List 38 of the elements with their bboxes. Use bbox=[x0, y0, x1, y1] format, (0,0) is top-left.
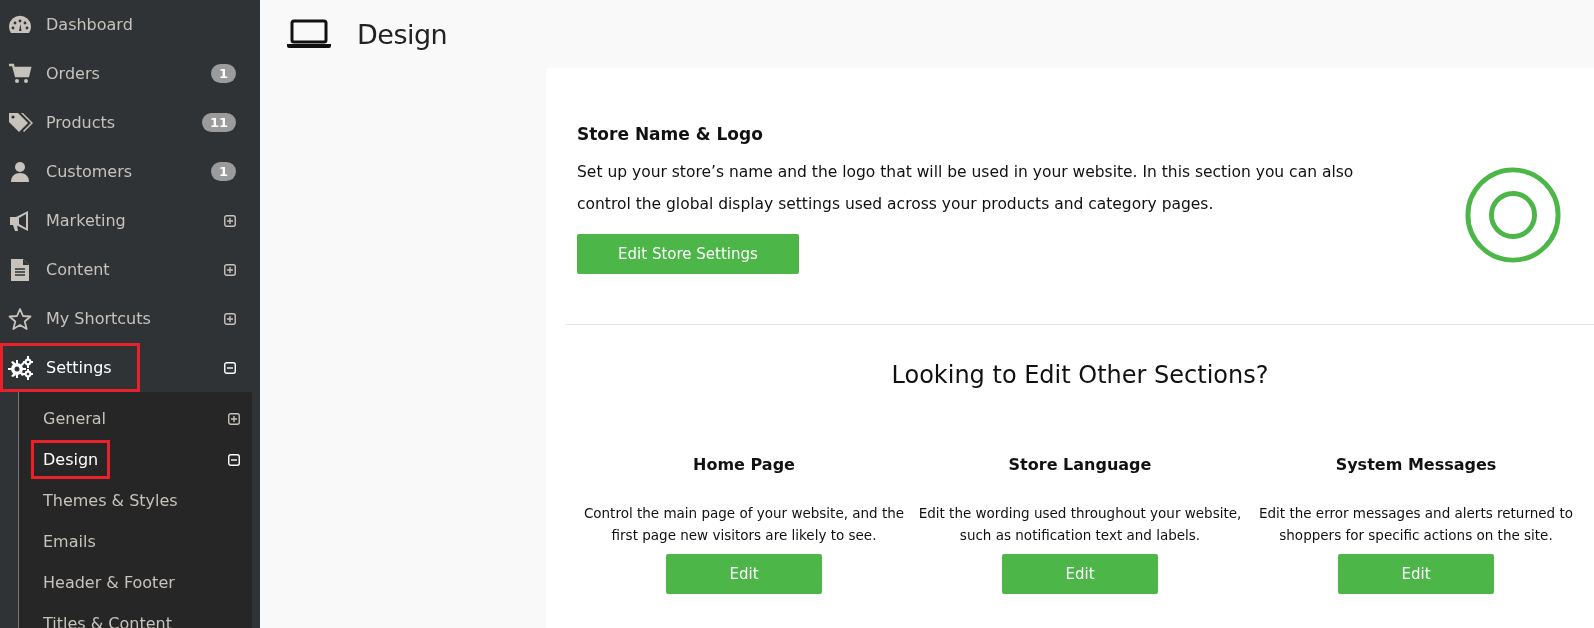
cart-icon bbox=[8, 61, 34, 86]
page-title: Design bbox=[357, 18, 448, 50]
card-title: Store Language bbox=[1008, 455, 1152, 474]
expand-icon[interactable] bbox=[224, 312, 236, 325]
card-title: System Messages bbox=[1335, 455, 1497, 474]
section-heading: Looking to Edit Other Sections? bbox=[890, 361, 1270, 389]
section-description: Set up your store’s name and the logo that will be used in your website. In this section you can also control the global display settings used across your products and category pages. bbox=[577, 162, 1355, 215]
count-badge: 1 bbox=[210, 64, 236, 83]
submenu-item[interactable]: Design bbox=[31, 440, 111, 479]
submenu-item[interactable]: Emails bbox=[31, 522, 108, 561]
target-icon bbox=[1464, 166, 1562, 264]
menu-item[interactable]: My Shortcuts bbox=[0, 294, 154, 343]
expand-icon[interactable] bbox=[224, 214, 236, 227]
collapse-icon[interactable] bbox=[224, 361, 236, 374]
card-title: Home Page bbox=[693, 455, 795, 474]
star-icon bbox=[8, 306, 34, 331]
submenu-item[interactable]: General bbox=[31, 399, 119, 438]
expand-icon[interactable] bbox=[228, 412, 240, 425]
card-description: Control the main page of your website, and the first page new visitors are likely to see. bbox=[582, 504, 906, 545]
menu-item[interactable]: Dashboard bbox=[0, 0, 140, 49]
menu-item[interactable]: Marketing bbox=[0, 196, 140, 245]
gears-icon bbox=[8, 355, 34, 380]
collapse-icon[interactable] bbox=[228, 453, 240, 466]
menu-item[interactable]: Customers bbox=[0, 147, 140, 196]
submenu-item[interactable]: Themes & Styles bbox=[31, 481, 190, 520]
card-description: Edit the error messages and alerts returned to shoppers for specific actions on the site. bbox=[1257, 504, 1574, 545]
card-description: Edit the wording used throughout your website, such as notification text and labels. bbox=[917, 504, 1243, 545]
count-badge: 11 bbox=[201, 113, 236, 132]
expand-icon[interactable] bbox=[224, 263, 236, 276]
menu-item[interactable]: Settings bbox=[0, 343, 140, 392]
laptop-icon bbox=[287, 19, 331, 49]
section-heading: Store Name & Logo bbox=[577, 124, 764, 144]
menu-item[interactable]: Products bbox=[0, 98, 140, 147]
count-badge: 1 bbox=[210, 162, 236, 181]
tag-icon bbox=[8, 110, 34, 135]
menu-item[interactable]: Orders bbox=[0, 49, 140, 98]
menu-item[interactable]: Content bbox=[0, 245, 140, 294]
submenu-item[interactable]: Header & Footer bbox=[31, 563, 187, 602]
